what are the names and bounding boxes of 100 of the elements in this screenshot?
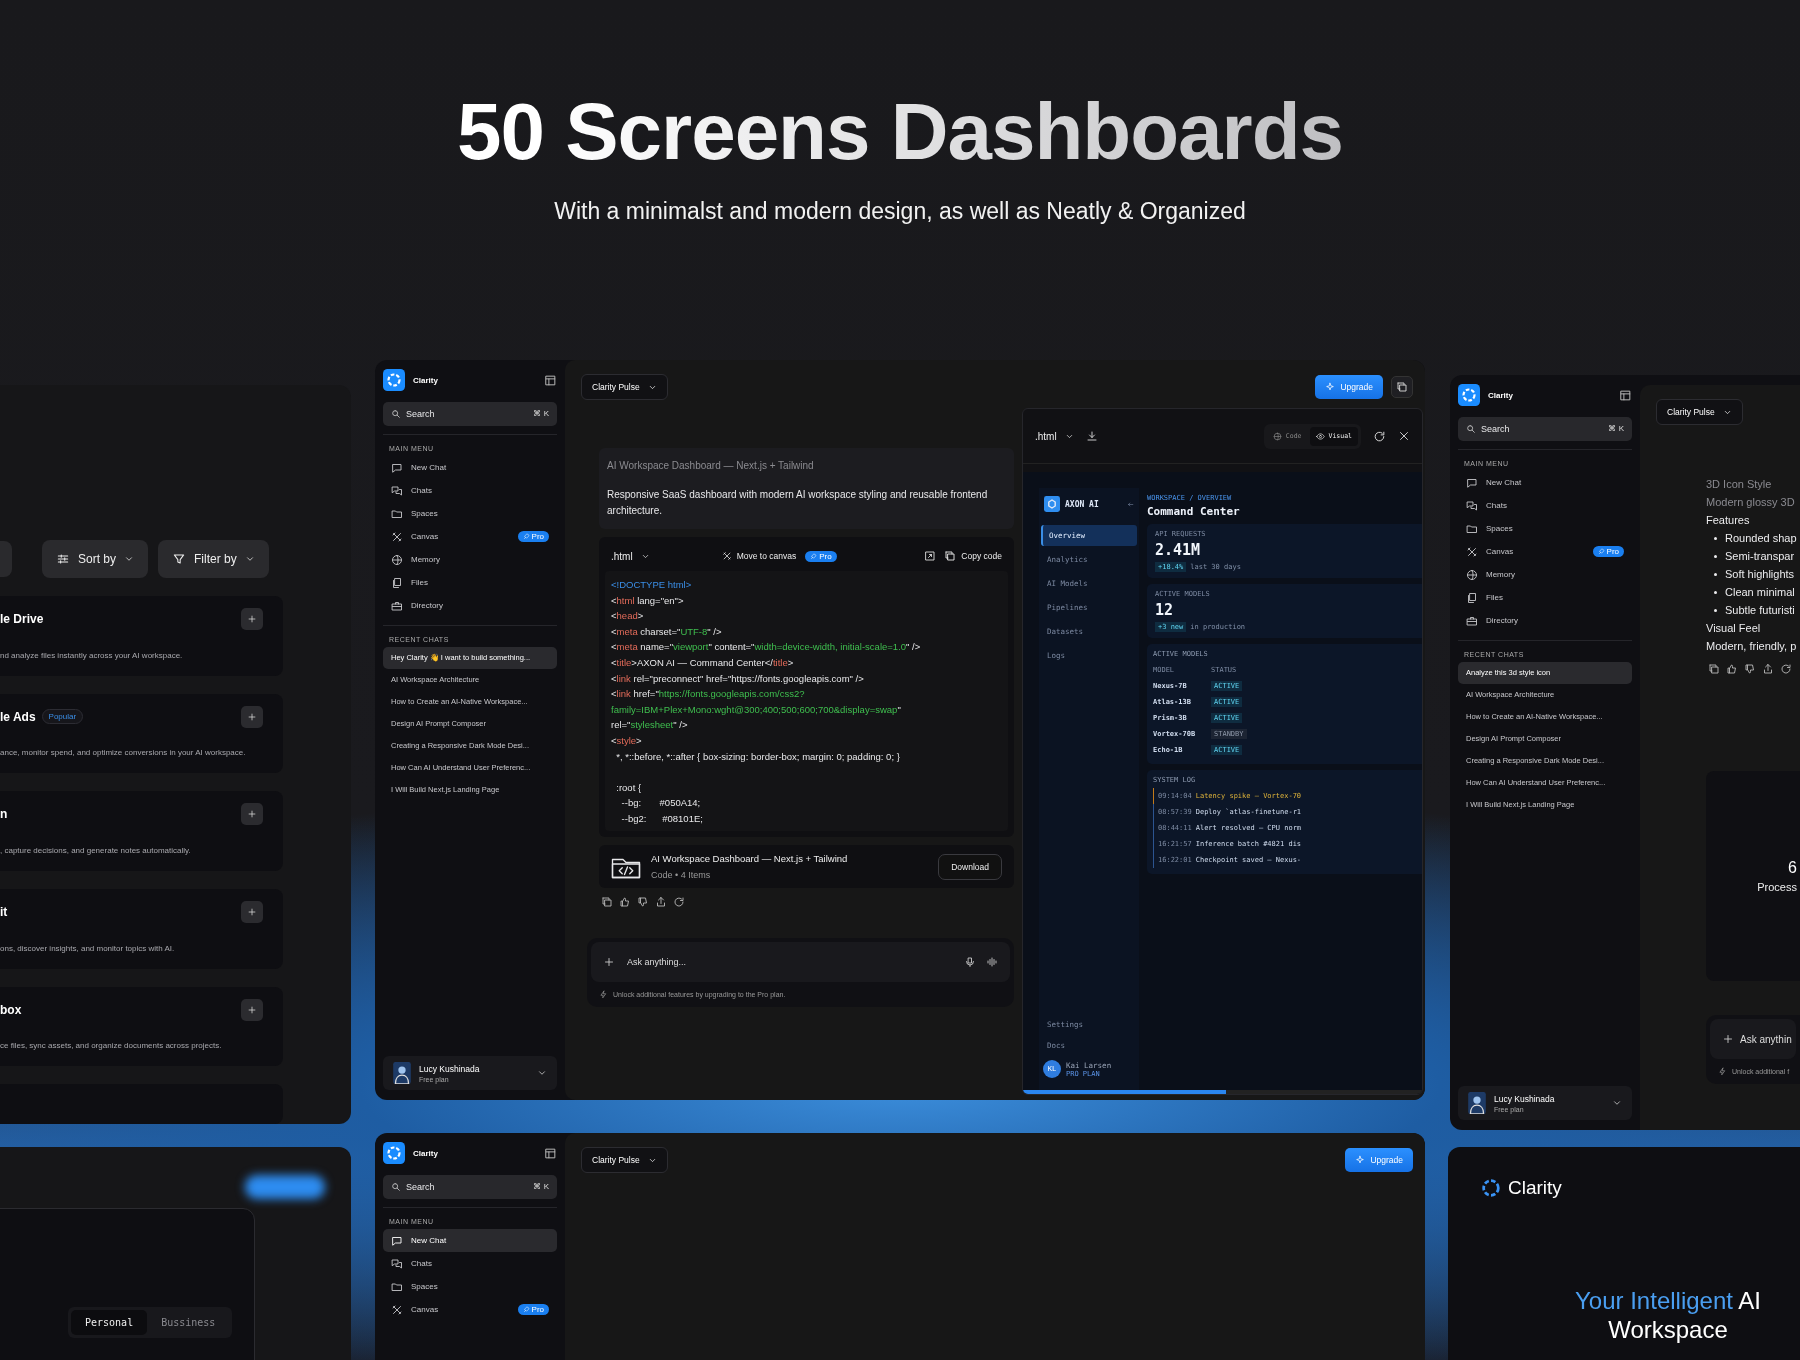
add-button[interactable] bbox=[241, 705, 263, 728]
thumbs-down-icon[interactable] bbox=[637, 896, 649, 908]
reply-line: Clean minimal bbox=[1725, 586, 1795, 598]
plus-icon[interactable] bbox=[603, 956, 615, 968]
upgrade-button[interactable]: Upgrade bbox=[1315, 375, 1383, 399]
menu-item[interactable]: New Chat bbox=[383, 1229, 557, 1252]
expand-icon[interactable] bbox=[924, 550, 937, 562]
model-picker[interactable]: Clarity Pulse bbox=[1656, 399, 1743, 425]
add-button[interactable] bbox=[241, 803, 263, 826]
copy-code-button[interactable]: Copy code bbox=[944, 550, 1002, 562]
filter-icon bbox=[172, 552, 186, 566]
layout-icon[interactable] bbox=[544, 1146, 557, 1160]
layout-icon[interactable] bbox=[1619, 388, 1632, 402]
reply-line: Visual Feel bbox=[1706, 622, 1761, 634]
code-line: <meta charset="UTF-8" /> bbox=[611, 624, 723, 639]
menu-item[interactable]: Files bbox=[383, 571, 557, 594]
integration-description: ce files, sync assets, and organize documents across projects. bbox=[0, 1041, 223, 1051]
plan-tab[interactable]: Bussiness bbox=[147, 1310, 230, 1335]
layout-icon[interactable] bbox=[544, 373, 557, 387]
message-title: AI Workspace Dashboard — Next.js + Tailwind bbox=[607, 460, 815, 473]
thumbs-down-icon[interactable] bbox=[1744, 663, 1756, 675]
avatar-icon bbox=[393, 1062, 411, 1084]
search-icon bbox=[391, 409, 401, 419]
menu-item[interactable]: Canvas Pro bbox=[383, 525, 557, 548]
pro-badge: Pro bbox=[517, 1304, 549, 1315]
eye-icon bbox=[1315, 431, 1325, 441]
add-button[interactable] bbox=[241, 608, 263, 630]
model-picker[interactable]: Clarity Pulse bbox=[581, 1147, 668, 1173]
download-button[interactable]: Download bbox=[938, 853, 1002, 880]
menu-item[interactable]: Spaces bbox=[1458, 517, 1632, 540]
microphone-icon[interactable] bbox=[964, 956, 976, 968]
model-picker[interactable]: Clarity Pulse bbox=[581, 374, 668, 400]
chat-bubble-icon bbox=[391, 461, 403, 474]
bullet-dot bbox=[1714, 590, 1717, 594]
crossed-tools-icon bbox=[1466, 545, 1478, 558]
pro-badge: Pro bbox=[805, 550, 837, 562]
logo-icon bbox=[1458, 384, 1480, 406]
language-picker[interactable]: .html bbox=[611, 550, 650, 562]
brand-name: Clarity bbox=[413, 1148, 438, 1158]
message-input[interactable]: Ask anything... bbox=[591, 942, 1010, 982]
sliders-icon bbox=[56, 552, 70, 566]
upgrade-button[interactable]: Upgrade bbox=[1345, 1148, 1413, 1172]
copy-icon[interactable] bbox=[1708, 663, 1720, 675]
menu-item[interactable]: Directory bbox=[1458, 609, 1632, 632]
reply-line: Modern glossy 3D bbox=[1706, 496, 1795, 508]
menu-item[interactable]: Memory bbox=[383, 548, 557, 571]
plus-icon[interactable] bbox=[1722, 1033, 1734, 1045]
menu-item[interactable]: Files bbox=[1458, 586, 1632, 609]
menu-item[interactable]: Canvas Pro bbox=[383, 1298, 557, 1321]
menu-item[interactable]: Chats bbox=[1458, 494, 1632, 517]
share-icon[interactable] bbox=[1762, 663, 1774, 675]
add-button[interactable] bbox=[241, 998, 263, 1021]
copy-icon bbox=[1396, 381, 1408, 393]
integration-description: nd analyze files instantly across your AI workspace. bbox=[0, 650, 184, 660]
waveform-icon[interactable] bbox=[986, 956, 998, 968]
menu-item[interactable]: Memory bbox=[1458, 563, 1632, 586]
attachment-title: AI Workspace Dashboard — Next.js + Tailwind bbox=[651, 853, 848, 864]
code-line: --bg2: #08101E; bbox=[620, 811, 704, 826]
menu-item[interactable]: New Chat bbox=[383, 456, 557, 479]
bullet-dot bbox=[1714, 572, 1717, 576]
thumbs-up-icon[interactable] bbox=[1726, 663, 1738, 675]
menu-item[interactable]: Spaces bbox=[383, 502, 557, 525]
close-icon[interactable] bbox=[1398, 430, 1410, 442]
menu-item[interactable]: Chats bbox=[383, 1252, 557, 1275]
move-to-canvas-button[interactable]: Move to canvas Pro bbox=[721, 550, 837, 562]
language-picker[interactable]: .html bbox=[1035, 430, 1074, 442]
menu-item[interactable]: New Chat bbox=[1458, 471, 1632, 494]
bullet-dot bbox=[1714, 536, 1717, 540]
logo-icon bbox=[1480, 1177, 1502, 1199]
stat-value: 12 bbox=[1155, 601, 1175, 619]
search-icon bbox=[1466, 424, 1476, 434]
refresh-icon[interactable] bbox=[1780, 663, 1792, 675]
folder-icon bbox=[391, 1280, 403, 1293]
integration-description: ance, monitor spend, and optimize conversions in your AI workspace. bbox=[0, 748, 247, 758]
integration-description: ons, discover insights, and monitor topics with AI. bbox=[0, 943, 176, 953]
share-icon[interactable] bbox=[655, 896, 667, 908]
globe-icon bbox=[391, 553, 403, 566]
menu-item[interactable]: Spaces bbox=[383, 1275, 557, 1298]
filter-button[interactable]: Filter by bbox=[158, 540, 269, 578]
chevron-down-icon bbox=[124, 554, 134, 564]
folder-icon bbox=[391, 507, 403, 520]
refresh-icon[interactable] bbox=[673, 896, 685, 908]
preview-title: Command Center bbox=[1147, 505, 1241, 518]
refresh-icon[interactable] bbox=[1373, 429, 1386, 443]
bullet-dot bbox=[1714, 608, 1717, 612]
chevron-down-icon bbox=[244, 554, 255, 564]
add-button[interactable] bbox=[241, 900, 263, 923]
menu-item[interactable]: Canvas Pro bbox=[1458, 540, 1632, 563]
download-icon[interactable] bbox=[1085, 430, 1098, 442]
crossed-tools-icon bbox=[391, 530, 403, 543]
copy-button[interactable] bbox=[1391, 376, 1413, 398]
message-input[interactable]: Ask anythin bbox=[1710, 1019, 1796, 1059]
thumbs-up-icon[interactable] bbox=[619, 896, 631, 908]
menu-item[interactable]: Directory bbox=[383, 594, 557, 617]
copy-icon[interactable] bbox=[601, 896, 613, 908]
plan-tab[interactable]: Personal bbox=[71, 1310, 148, 1335]
menu-item[interactable]: Chats bbox=[383, 479, 557, 502]
process-count: 6 bbox=[1788, 859, 1797, 877]
sort-button[interactable]: Sort by bbox=[42, 540, 148, 578]
arrow-left-icon[interactable] bbox=[1127, 500, 1134, 508]
